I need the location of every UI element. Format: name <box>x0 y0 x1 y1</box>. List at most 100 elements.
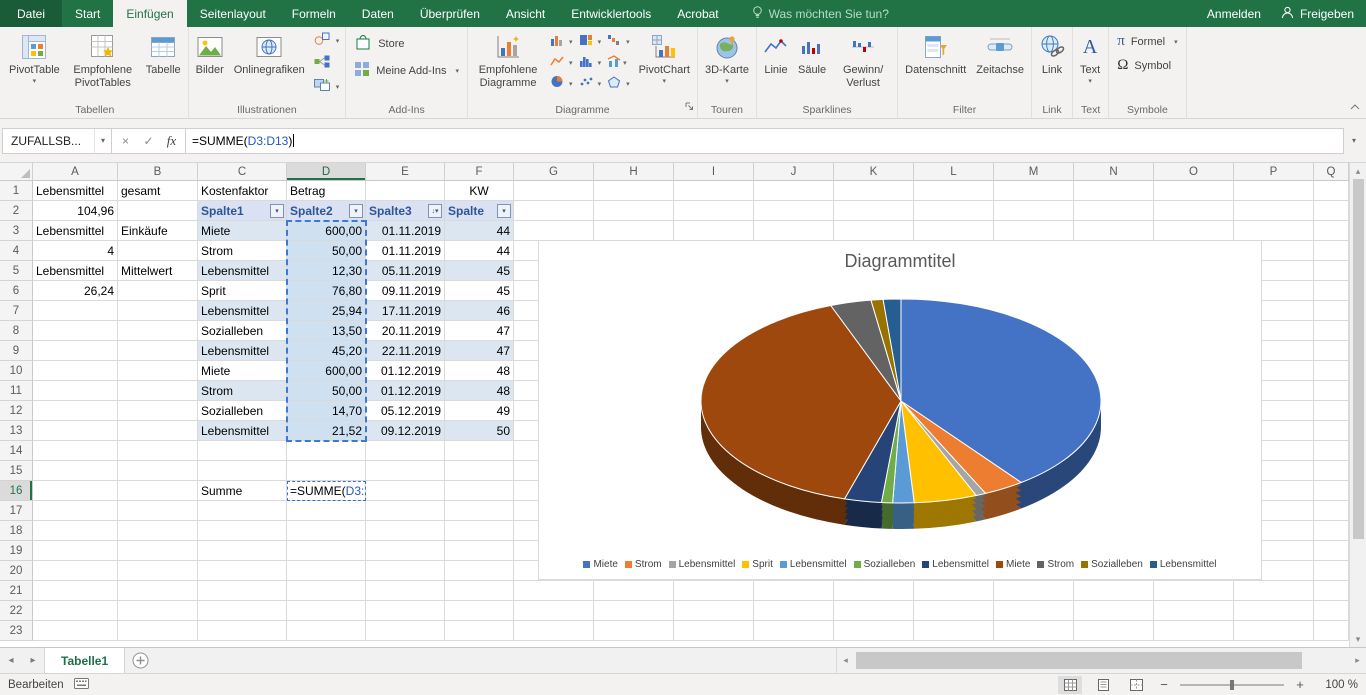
cell-Q11[interactable] <box>1314 381 1349 401</box>
column-header-I[interactable]: I <box>674 163 754 181</box>
cell-C11[interactable]: Strom <box>198 381 287 401</box>
cell-E19[interactable] <box>366 541 445 561</box>
cell-Q18[interactable] <box>1314 521 1349 541</box>
my-addins-button[interactable]: Meine Add-Ins ▾ <box>349 59 464 82</box>
tab-einfugen[interactable]: Einfügen <box>113 0 186 27</box>
cell-N1[interactable] <box>1074 181 1154 201</box>
cell-F3[interactable]: 44 <box>445 221 514 241</box>
cell-K2[interactable] <box>834 201 914 221</box>
cell-O22[interactable] <box>1154 601 1234 621</box>
cell-K1[interactable] <box>834 181 914 201</box>
legend-item-2-strom[interactable]: Strom <box>625 559 662 570</box>
cell-Q6[interactable] <box>1314 281 1349 301</box>
cell-C6[interactable]: Sprit <box>198 281 287 301</box>
cell-A2[interactable]: 104,96 <box>33 201 118 221</box>
cell-A17[interactable] <box>33 501 118 521</box>
cell-N2[interactable] <box>1074 201 1154 221</box>
name-box[interactable]: ZUFALLSB... ▾ <box>2 128 112 154</box>
cell-D9[interactable]: 45,20 <box>287 341 366 361</box>
cell-C23[interactable] <box>198 621 287 641</box>
dialog-launcher-icon[interactable] <box>685 98 694 116</box>
cell-J22[interactable] <box>754 601 834 621</box>
shapes-button[interactable]: ▾ <box>311 31 343 51</box>
cell-O2[interactable] <box>1154 201 1234 221</box>
cell-D17[interactable] <box>287 501 366 521</box>
formula-bar-expand-icon[interactable]: ▾ <box>1344 136 1364 145</box>
cell-F7[interactable]: 46 <box>445 301 514 321</box>
row-header-3[interactable]: 3 <box>0 221 33 241</box>
cell-C1[interactable]: Kostenfaktor <box>198 181 287 201</box>
cell-B2[interactable] <box>118 201 198 221</box>
cell-F23[interactable] <box>445 621 514 641</box>
table-button[interactable]: Tabelle <box>141 28 186 103</box>
cell-F2[interactable]: Spalte▾ <box>445 201 514 221</box>
cell-B20[interactable] <box>118 561 198 581</box>
scroll-right-icon[interactable]: ▸ <box>1349 655 1366 666</box>
formula-input[interactable]: =SUMME(D3:D13) <box>186 128 1344 154</box>
cell-B17[interactable] <box>118 501 198 521</box>
zoom-level[interactable]: 100 % <box>1316 679 1358 691</box>
cell-N3[interactable] <box>1074 221 1154 241</box>
filter-dropdown-F2[interactable]: ▾ <box>497 204 511 218</box>
signin-link[interactable]: Anmelden <box>1207 7 1261 21</box>
cell-B19[interactable] <box>118 541 198 561</box>
scroll-up-icon[interactable]: ▴ <box>1350 163 1366 179</box>
cell-Q21[interactable] <box>1314 581 1349 601</box>
cell-Q22[interactable] <box>1314 601 1349 621</box>
cell-F10[interactable]: 48 <box>445 361 514 381</box>
cell-I23[interactable] <box>674 621 754 641</box>
cell-J3[interactable] <box>754 221 834 241</box>
cell-Q5[interactable] <box>1314 261 1349 281</box>
cell-H22[interactable] <box>594 601 674 621</box>
cell-G2[interactable] <box>514 201 594 221</box>
column-header-A[interactable]: A <box>33 163 118 181</box>
cell-Q23[interactable] <box>1314 621 1349 641</box>
row-header-7[interactable]: 7 <box>0 301 33 321</box>
cell-P1[interactable] <box>1234 181 1314 201</box>
column-header-H[interactable]: H <box>594 163 674 181</box>
cell-E11[interactable]: 01.12.2019 <box>366 381 445 401</box>
cell-A14[interactable] <box>33 441 118 461</box>
row-header-13[interactable]: 13 <box>0 421 33 441</box>
cell-E7[interactable]: 17.11.2019 <box>366 301 445 321</box>
row-header-14[interactable]: 14 <box>0 441 33 461</box>
select-all-button[interactable] <box>0 163 33 181</box>
cell-M23[interactable] <box>994 621 1074 641</box>
insert-statistic-chart-button[interactable]: ▾ <box>578 54 603 72</box>
cell-C8[interactable]: Sozialleben <box>198 321 287 341</box>
scroll-left-icon[interactable]: ◂ <box>837 655 854 666</box>
cell-A3[interactable]: Lebensmittel <box>33 221 118 241</box>
cell-A18[interactable] <box>33 521 118 541</box>
cell-L21[interactable] <box>914 581 994 601</box>
cell-F9[interactable]: 47 <box>445 341 514 361</box>
cell-A23[interactable] <box>33 621 118 641</box>
cell-C17[interactable] <box>198 501 287 521</box>
row-header-5[interactable]: 5 <box>0 261 33 281</box>
cell-G1[interactable] <box>514 181 594 201</box>
legend-item-1-miete[interactable]: Miete <box>583 559 617 570</box>
pivotchart-button[interactable]: PivotChart▾ <box>634 28 695 103</box>
cell-H1[interactable] <box>594 181 674 201</box>
row-header-10[interactable]: 10 <box>0 361 33 381</box>
row-header-23[interactable]: 23 <box>0 621 33 641</box>
chart-title[interactable]: Diagrammtitel <box>539 251 1261 275</box>
cell-F14[interactable] <box>445 441 514 461</box>
cell-E9[interactable]: 22.11.2019 <box>366 341 445 361</box>
cell-F21[interactable] <box>445 581 514 601</box>
cell-J1[interactable] <box>754 181 834 201</box>
row-header-2[interactable]: 2 <box>0 201 33 221</box>
legend-item-7-lebensmittel[interactable]: Lebensmittel <box>922 559 989 570</box>
cell-B22[interactable] <box>118 601 198 621</box>
cell-E3[interactable]: 01.11.2019 <box>366 221 445 241</box>
cell-M3[interactable] <box>994 221 1074 241</box>
timeline-button[interactable]: Zeitachse <box>971 28 1029 103</box>
cell-B21[interactable] <box>118 581 198 601</box>
row-header-6[interactable]: 6 <box>0 281 33 301</box>
cell-F18[interactable] <box>445 521 514 541</box>
cell-Q13[interactable] <box>1314 421 1349 441</box>
cell-D7[interactable]: 25,94 <box>287 301 366 321</box>
horizontal-scrollbar[interactable]: ◂ ▸ <box>836 648 1366 673</box>
cell-Q12[interactable] <box>1314 401 1349 421</box>
cell-M22[interactable] <box>994 601 1074 621</box>
cell-A12[interactable] <box>33 401 118 421</box>
